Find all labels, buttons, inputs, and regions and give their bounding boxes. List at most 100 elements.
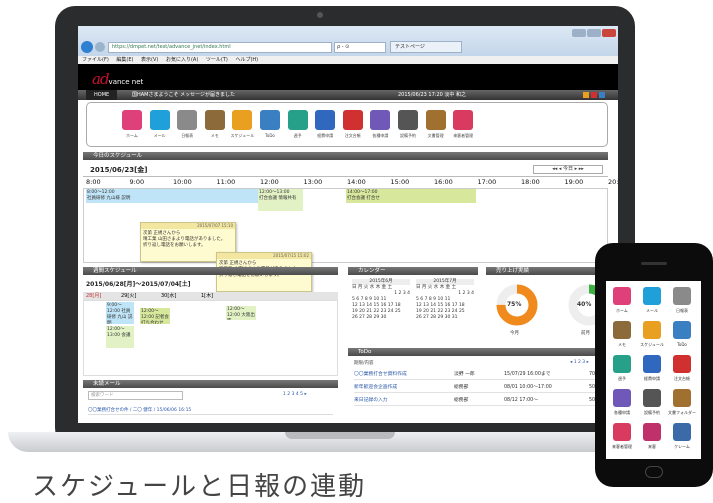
- phone-app-icon-4[interactable]: [643, 321, 661, 339]
- weekly-event-2[interactable]: 12:00〜13:00 会議: [106, 326, 134, 348]
- nav-icon-c[interactable]: [599, 92, 605, 98]
- phone-app-label: スケジュール: [640, 342, 664, 347]
- calendar-june[interactable]: 2015年6月 日 月 火 水 木 金 土 1 2 3 4 5 6 7 8 9 …: [352, 279, 410, 321]
- mail-header: 未読メール: [83, 380, 338, 388]
- app-logo[interactable]: advance net: [92, 70, 143, 88]
- today-nav[interactable]: ◂◂ ◂ 今日 ▸ ▸▸: [533, 165, 603, 174]
- phone-app-icon-3[interactable]: [613, 321, 631, 339]
- menu-help[interactable]: ヘルプ(H): [235, 57, 258, 63]
- phone-app-icon-2[interactable]: [673, 287, 691, 305]
- app-icon-10[interactable]: [398, 110, 418, 130]
- app-icon-1[interactable]: [149, 110, 170, 130]
- phone-app-label: 来客: [648, 444, 656, 449]
- app-icon-2[interactable]: [177, 110, 198, 130]
- todo-who: 淡野 一郎: [454, 372, 475, 377]
- phone-app-icon-13[interactable]: [643, 423, 661, 441]
- todo-row[interactable]: 〇〇業務打合せ資料作成淡野 一郎15/07/29 16:00まで70%: [354, 369, 609, 380]
- menu-edit[interactable]: 編集(E): [116, 57, 133, 63]
- calendar-header: カレンダー: [348, 267, 478, 275]
- event-block-2[interactable]: 12:00〜13:00 打合会議 情報共有: [258, 189, 303, 211]
- today-schedule-header: 今日のスケジュール: [83, 152, 608, 160]
- mail-pagination[interactable]: 1 2 3 4 5 ▸: [283, 392, 307, 397]
- phone-app-icon-1[interactable]: [643, 287, 661, 305]
- sales-pct-1: 75%: [507, 301, 522, 308]
- mail-search-input[interactable]: 検索ワード: [88, 391, 183, 400]
- event-block-3[interactable]: 14:00〜17:00 打合会議 打合せ: [346, 189, 476, 203]
- app-icon-6[interactable]: [287, 110, 308, 130]
- phone-app-icon-5[interactable]: [673, 321, 691, 339]
- app-icon-label: 来客者管理: [453, 133, 474, 138]
- app-icon-0[interactable]: [122, 110, 142, 130]
- phone-app-icon-0[interactable]: [613, 287, 631, 305]
- close-button[interactable]: [602, 29, 616, 37]
- phone-app-icon-11[interactable]: [673, 389, 691, 407]
- phone-app-icon-10[interactable]: [643, 389, 661, 407]
- time-label: 20:00: [608, 178, 618, 186]
- app-icon-11[interactable]: [425, 110, 446, 130]
- browser-tab[interactable]: テストページ: [390, 41, 462, 53]
- app-icon-9[interactable]: [370, 110, 391, 130]
- laptop-notch: [285, 432, 395, 439]
- todo-pagination[interactable]: ◂ 1 2 3 ▸: [570, 360, 589, 365]
- phone-app-icon-6[interactable]: [613, 355, 631, 373]
- event-block-1[interactable]: 8:00〜12:00 社員研修 九山様 説明: [86, 189, 258, 203]
- phone-app-icon-7[interactable]: [643, 355, 661, 373]
- search-box[interactable]: ρ - ⊙: [334, 42, 386, 53]
- calendar-july[interactable]: 2015年7月 日 月 火 水 木 金 土 1 2 3 4 5 6 7 8 9 …: [416, 279, 474, 321]
- phone-app-label: ホーム: [616, 308, 628, 313]
- app-icon-12[interactable]: [453, 110, 474, 130]
- phone-app-label: 週予: [618, 376, 626, 381]
- phone-app-icon-12[interactable]: [613, 423, 631, 441]
- time-label: 10:00: [173, 178, 192, 186]
- minimize-button[interactable]: [572, 29, 586, 37]
- mail-row[interactable]: 〇〇業務打合せの件 / 二〇 健年 / 15/06/06 16:15: [88, 406, 333, 415]
- phone-app-icon-9[interactable]: [613, 389, 631, 407]
- app-icon-label: ToDo: [265, 133, 275, 138]
- app-icon-label: メール: [153, 133, 166, 138]
- phone-app-icon-14[interactable]: [673, 423, 691, 441]
- app-icon-7[interactable]: [315, 110, 336, 130]
- time-label: 17:00: [477, 178, 497, 186]
- app-icon-label: ホーム: [126, 133, 138, 138]
- menu-tools[interactable]: ツール(T): [206, 57, 228, 63]
- todo-who: 総務部: [454, 385, 469, 390]
- nav-home[interactable]: HOME: [86, 90, 118, 100]
- todo-due: 08/01 10:00〜17:00: [504, 385, 552, 390]
- weekly-event-1[interactable]: 9:00〜12:00 社員研修 九山 説明: [106, 302, 134, 324]
- app-icon-8[interactable]: [342, 110, 363, 130]
- todo-row[interactable]: 来日記録の入力総務部08/12 17:00〜50%: [354, 395, 609, 406]
- nav-icon-a[interactable]: [583, 92, 589, 98]
- nav-message[interactable]: 国HAMさまようこそ メッセージが届きました: [132, 90, 235, 100]
- time-label: 8:00: [86, 178, 101, 186]
- phone-app-icon-8[interactable]: [673, 355, 691, 373]
- time-label: 13:00: [303, 178, 323, 186]
- time-label: 18:00: [521, 178, 540, 186]
- menu-favorites[interactable]: お気に入り(A): [166, 57, 198, 63]
- phone-screen: ホーム メール 日報表 メモ スケジュール ToDo 週予 経費申請 注文台帳 各種申請 設備予約 文…: [606, 281, 701, 459]
- time-label: 9:00: [129, 178, 145, 186]
- todo-text: 来日記録の入力: [354, 398, 388, 403]
- app-icon-label: スケジュール: [230, 133, 255, 138]
- sales-pct-2: 40%: [577, 301, 592, 308]
- weekly-schedule-header: 週間スケジュール: [83, 267, 338, 275]
- weekly-range: 2015/06/28[月]〜2015/07/04[土]: [86, 281, 191, 288]
- phone-app-label: メモ: [618, 342, 626, 347]
- laptop-screen: https://dmpet.net/test/advance_jnet/inde…: [78, 26, 618, 423]
- weekly-event-3[interactable]: 12:00〜12:00 記者会 打ち合わせ: [140, 308, 170, 324]
- forward-button[interactable]: [95, 42, 105, 52]
- phone-home-button[interactable]: [645, 466, 663, 478]
- menu-view[interactable]: 表示(V): [141, 57, 158, 63]
- weekly-event-4[interactable]: 12:00〜12:00 大阪出張: [226, 306, 256, 320]
- app-icon-label: 文書管理: [427, 133, 444, 138]
- time-label: 16:00: [434, 178, 453, 186]
- app-icon-3[interactable]: [204, 110, 225, 130]
- menu-file[interactable]: ファイル(F): [82, 57, 109, 63]
- app-icon-4[interactable]: [232, 110, 253, 130]
- todo-row[interactable]: 新年歓迎会企画作成総務部08/01 10:00〜17:0050%: [354, 382, 609, 393]
- address-bar[interactable]: https://dmpet.net/test/advance_jnet/inde…: [108, 42, 332, 53]
- maximize-button[interactable]: [587, 29, 601, 37]
- back-button[interactable]: [81, 41, 93, 53]
- nav-icon-b[interactable]: [591, 92, 597, 98]
- time-label: 14:00: [347, 178, 366, 186]
- app-icon-5[interactable]: [260, 110, 280, 130]
